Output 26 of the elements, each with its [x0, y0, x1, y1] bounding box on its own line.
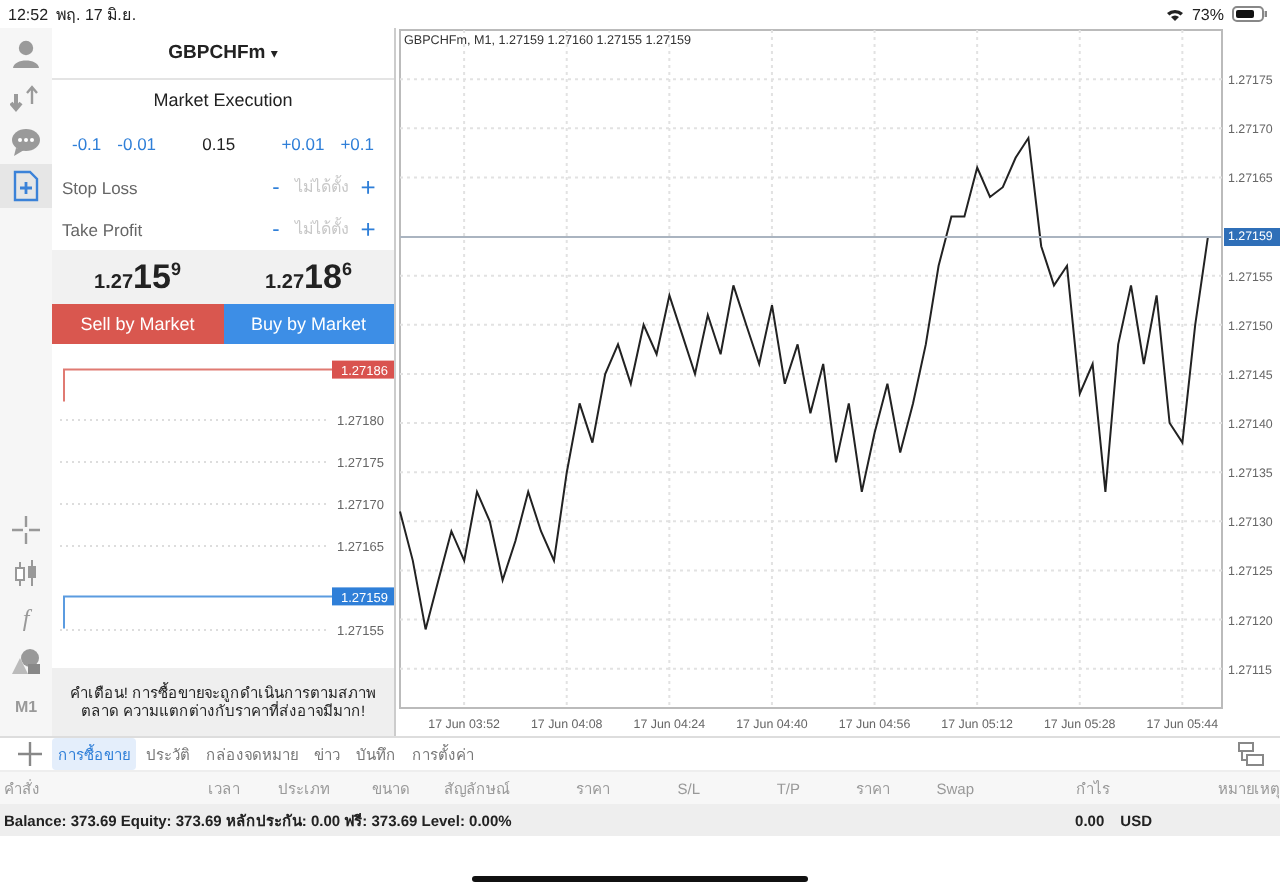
add-icon[interactable] — [12, 740, 48, 768]
battery-percent: 73% — [1191, 5, 1224, 23]
execution-type: Market Execution — [151, 88, 295, 114]
take-profit-label: Take Profit — [62, 219, 145, 239]
buy-button[interactable]: Buy by Market — [223, 304, 394, 344]
minus-button[interactable]: - — [262, 175, 290, 199]
battery-icon — [1232, 6, 1268, 22]
wifi-icon — [1165, 7, 1184, 21]
volume-value[interactable]: 0.15 — [164, 133, 274, 153]
layout-icon[interactable] — [1232, 740, 1268, 768]
function-tool[interactable]: f — [0, 596, 52, 640]
timeframe-button[interactable]: M1 — [0, 684, 52, 728]
plus-button[interactable]: + — [354, 172, 382, 202]
minus-button[interactable]: - — [262, 217, 290, 241]
clock-time: 12:52 — [8, 5, 49, 23]
volume-step-button[interactable]: +0.1 — [332, 133, 382, 153]
status-date: พฤ. 17 มิ.ย. — [56, 3, 137, 27]
plus-button[interactable]: + — [354, 214, 382, 244]
new-order-icon[interactable] — [0, 164, 52, 208]
stop-loss-label: Stop Loss — [62, 177, 140, 197]
volume-step-button[interactable]: +0.01 — [273, 133, 333, 153]
sell-button[interactable]: Sell by Market — [52, 304, 223, 344]
bid-price: 1.2715$^{9}$ — [92, 257, 183, 297]
volume-step-button[interactable]: -0.01 — [109, 133, 165, 153]
ask-price: 1.2718$^{6}$ — [263, 257, 354, 297]
volume-step-button[interactable]: -0.1 — [64, 133, 110, 153]
